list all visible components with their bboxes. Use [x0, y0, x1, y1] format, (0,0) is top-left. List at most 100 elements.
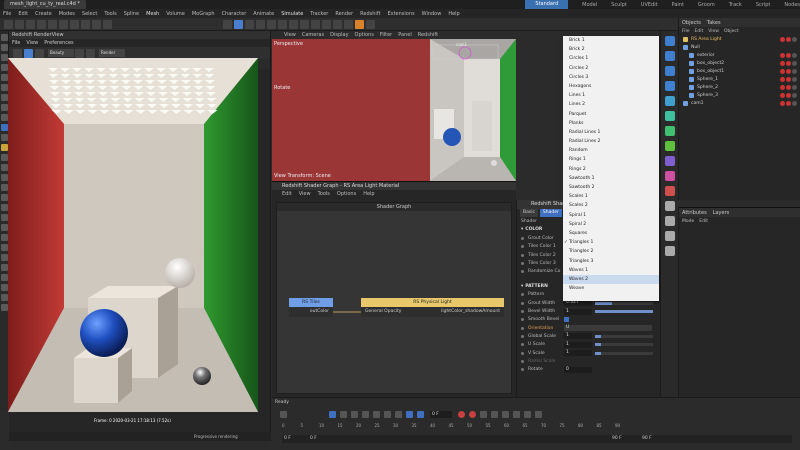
- left-tool-icon[interactable]: [1, 34, 8, 41]
- layout-script[interactable]: Script: [756, 2, 771, 8]
- dropdown-option[interactable]: Radial Lines 1: [563, 128, 659, 137]
- left-tool-icon[interactable]: [1, 104, 8, 111]
- menu-animate[interactable]: Animate: [253, 11, 274, 17]
- grout-width-input[interactable]: 0.327: [564, 300, 592, 307]
- material-tag-icon[interactable]: [780, 84, 785, 90]
- subdivide-icon[interactable]: [278, 19, 287, 29]
- render-view-icon[interactable]: [234, 19, 243, 29]
- render-start-icon[interactable]: [13, 48, 22, 58]
- dropdown-option[interactable]: Circles 2: [563, 64, 659, 73]
- layout-sculpt[interactable]: Sculpt: [611, 2, 627, 8]
- material-tag-icon[interactable]: [786, 52, 791, 58]
- frame-range-bar[interactable]: 0 F 0 F 90 F 90 F: [282, 435, 792, 443]
- left-tool-icon[interactable]: [1, 274, 8, 281]
- object-tool-icon[interactable]: [665, 171, 675, 181]
- rv-menu-file[interactable]: File: [12, 40, 20, 46]
- dropdown-option[interactable]: Scales 1: [563, 192, 659, 201]
- material-tag-icon[interactable]: [780, 68, 785, 74]
- left-tool-icon[interactable]: [1, 194, 8, 201]
- orientation-select[interactable]: U: [564, 325, 652, 332]
- object-tool-icon[interactable]: [665, 81, 675, 91]
- material-tag-icon[interactable]: [780, 36, 785, 42]
- dropdown-option[interactable]: Lines 1: [563, 91, 659, 100]
- array-icon[interactable]: [300, 19, 309, 29]
- vp-menu-view[interactable]: View: [284, 32, 296, 38]
- menu-extensions[interactable]: Extensions: [387, 11, 414, 17]
- left-tool-icon[interactable]: [1, 294, 8, 301]
- snapshot-icon[interactable]: [35, 48, 44, 58]
- tab-objects[interactable]: Objects: [682, 20, 701, 26]
- left-tool-icon[interactable]: [1, 224, 8, 231]
- vp-menu-filter[interactable]: Filter: [380, 32, 392, 38]
- dropdown-option[interactable]: Squares: [563, 229, 659, 238]
- z-axis-icon[interactable]: [92, 19, 101, 29]
- material-tag-icon[interactable]: [780, 60, 785, 66]
- light-icon[interactable]: [344, 19, 353, 29]
- object-tool-icon[interactable]: [665, 201, 675, 211]
- position-key-icon[interactable]: [491, 410, 498, 418]
- play-icon[interactable]: [362, 410, 369, 418]
- object-row[interactable]: box_object2: [679, 59, 800, 67]
- rv-menu-view[interactable]: View: [26, 40, 38, 46]
- left-tool-icon[interactable]: [1, 264, 8, 271]
- document-tab[interactable]: mesh_light_cu_ty_real.c4d *: [4, 0, 86, 9]
- menu-help[interactable]: Help: [448, 11, 459, 17]
- sh-menu-options[interactable]: Options: [337, 191, 356, 197]
- rv-menu-preferences[interactable]: Preferences: [44, 40, 73, 46]
- left-tool-icon[interactable]: [1, 204, 8, 211]
- record-icon[interactable]: [458, 410, 465, 418]
- object-row[interactable]: RS Area Light: [679, 35, 800, 43]
- grout-width-slider[interactable]: [595, 301, 653, 305]
- color-anim-dot[interactable]: [521, 270, 524, 274]
- layout-uvedit[interactable]: UVEdit: [641, 2, 658, 8]
- left-tool-icon[interactable]: [1, 64, 8, 71]
- object-row[interactable]: Sphere_3: [679, 91, 800, 99]
- tab-attributes[interactable]: Attributes: [682, 210, 707, 216]
- dropdown-option[interactable]: Circles 3: [563, 73, 659, 82]
- dropdown-option[interactable]: Waves 1: [563, 266, 659, 275]
- left-tool-icon[interactable]: [1, 74, 8, 81]
- rotation-key-icon[interactable]: [502, 410, 509, 418]
- menu-edit[interactable]: Edit: [18, 11, 28, 17]
- go-end-icon[interactable]: [395, 410, 402, 418]
- pattern-anim-dot[interactable]: [521, 293, 524, 297]
- op-menu-file[interactable]: File: [682, 29, 690, 34]
- object-tool-icon[interactable]: [665, 186, 675, 196]
- dropdown-option[interactable]: Planks: [563, 119, 659, 128]
- redshift-icon[interactable]: [355, 19, 364, 29]
- rotate-anim-dot[interactable]: [521, 368, 524, 372]
- material-tag-icon[interactable]: [780, 92, 785, 98]
- left-tool-icon[interactable]: [1, 164, 8, 171]
- camera-icon[interactable]: [86, 48, 95, 58]
- menu-character[interactable]: Character: [222, 11, 247, 17]
- keyframe-sel-icon[interactable]: [480, 410, 487, 418]
- prev-frame-icon[interactable]: [351, 410, 358, 418]
- global-scale-input[interactable]: 1: [564, 333, 592, 340]
- tab-takes[interactable]: Takes: [707, 20, 721, 26]
- dropdown-option[interactable]: Spiral 2: [563, 220, 659, 229]
- menu-window[interactable]: Window: [422, 11, 442, 17]
- lock-icon[interactable]: [75, 48, 84, 58]
- color-anim-dot[interactable]: [521, 245, 524, 249]
- scale-icon[interactable]: [48, 19, 57, 29]
- rs-ipr-icon[interactable]: [366, 19, 375, 29]
- menu-modes[interactable]: Modes: [59, 11, 75, 17]
- object-tool-icon[interactable]: [665, 126, 675, 136]
- left-tool-icon[interactable]: [1, 234, 8, 241]
- left-tool-icon[interactable]: [1, 144, 8, 151]
- layout-track[interactable]: Track: [729, 2, 742, 8]
- dropdown-option[interactable]: Random: [563, 146, 659, 155]
- material-tag-icon[interactable]: [792, 68, 797, 74]
- vp-menu-redshift[interactable]: Redshift: [418, 32, 438, 38]
- layout-standard[interactable]: Standard: [525, 0, 569, 9]
- menu-file[interactable]: File: [3, 11, 11, 17]
- uscale-anim-dot[interactable]: [521, 343, 524, 347]
- material-tag-icon[interactable]: [792, 52, 797, 58]
- loop-icon[interactable]: [406, 410, 413, 418]
- extrude-icon[interactable]: [289, 19, 298, 29]
- timeline-ruler[interactable]: 0 5 10 15 20 25 30 35 40 45 50 55 60 65 70 75 80 85 90: [282, 423, 790, 431]
- material-tag-icon[interactable]: [786, 68, 791, 74]
- left-tool-icon[interactable]: [1, 304, 8, 311]
- prev-key-icon[interactable]: [340, 410, 347, 418]
- u-scale-slider[interactable]: [595, 343, 653, 347]
